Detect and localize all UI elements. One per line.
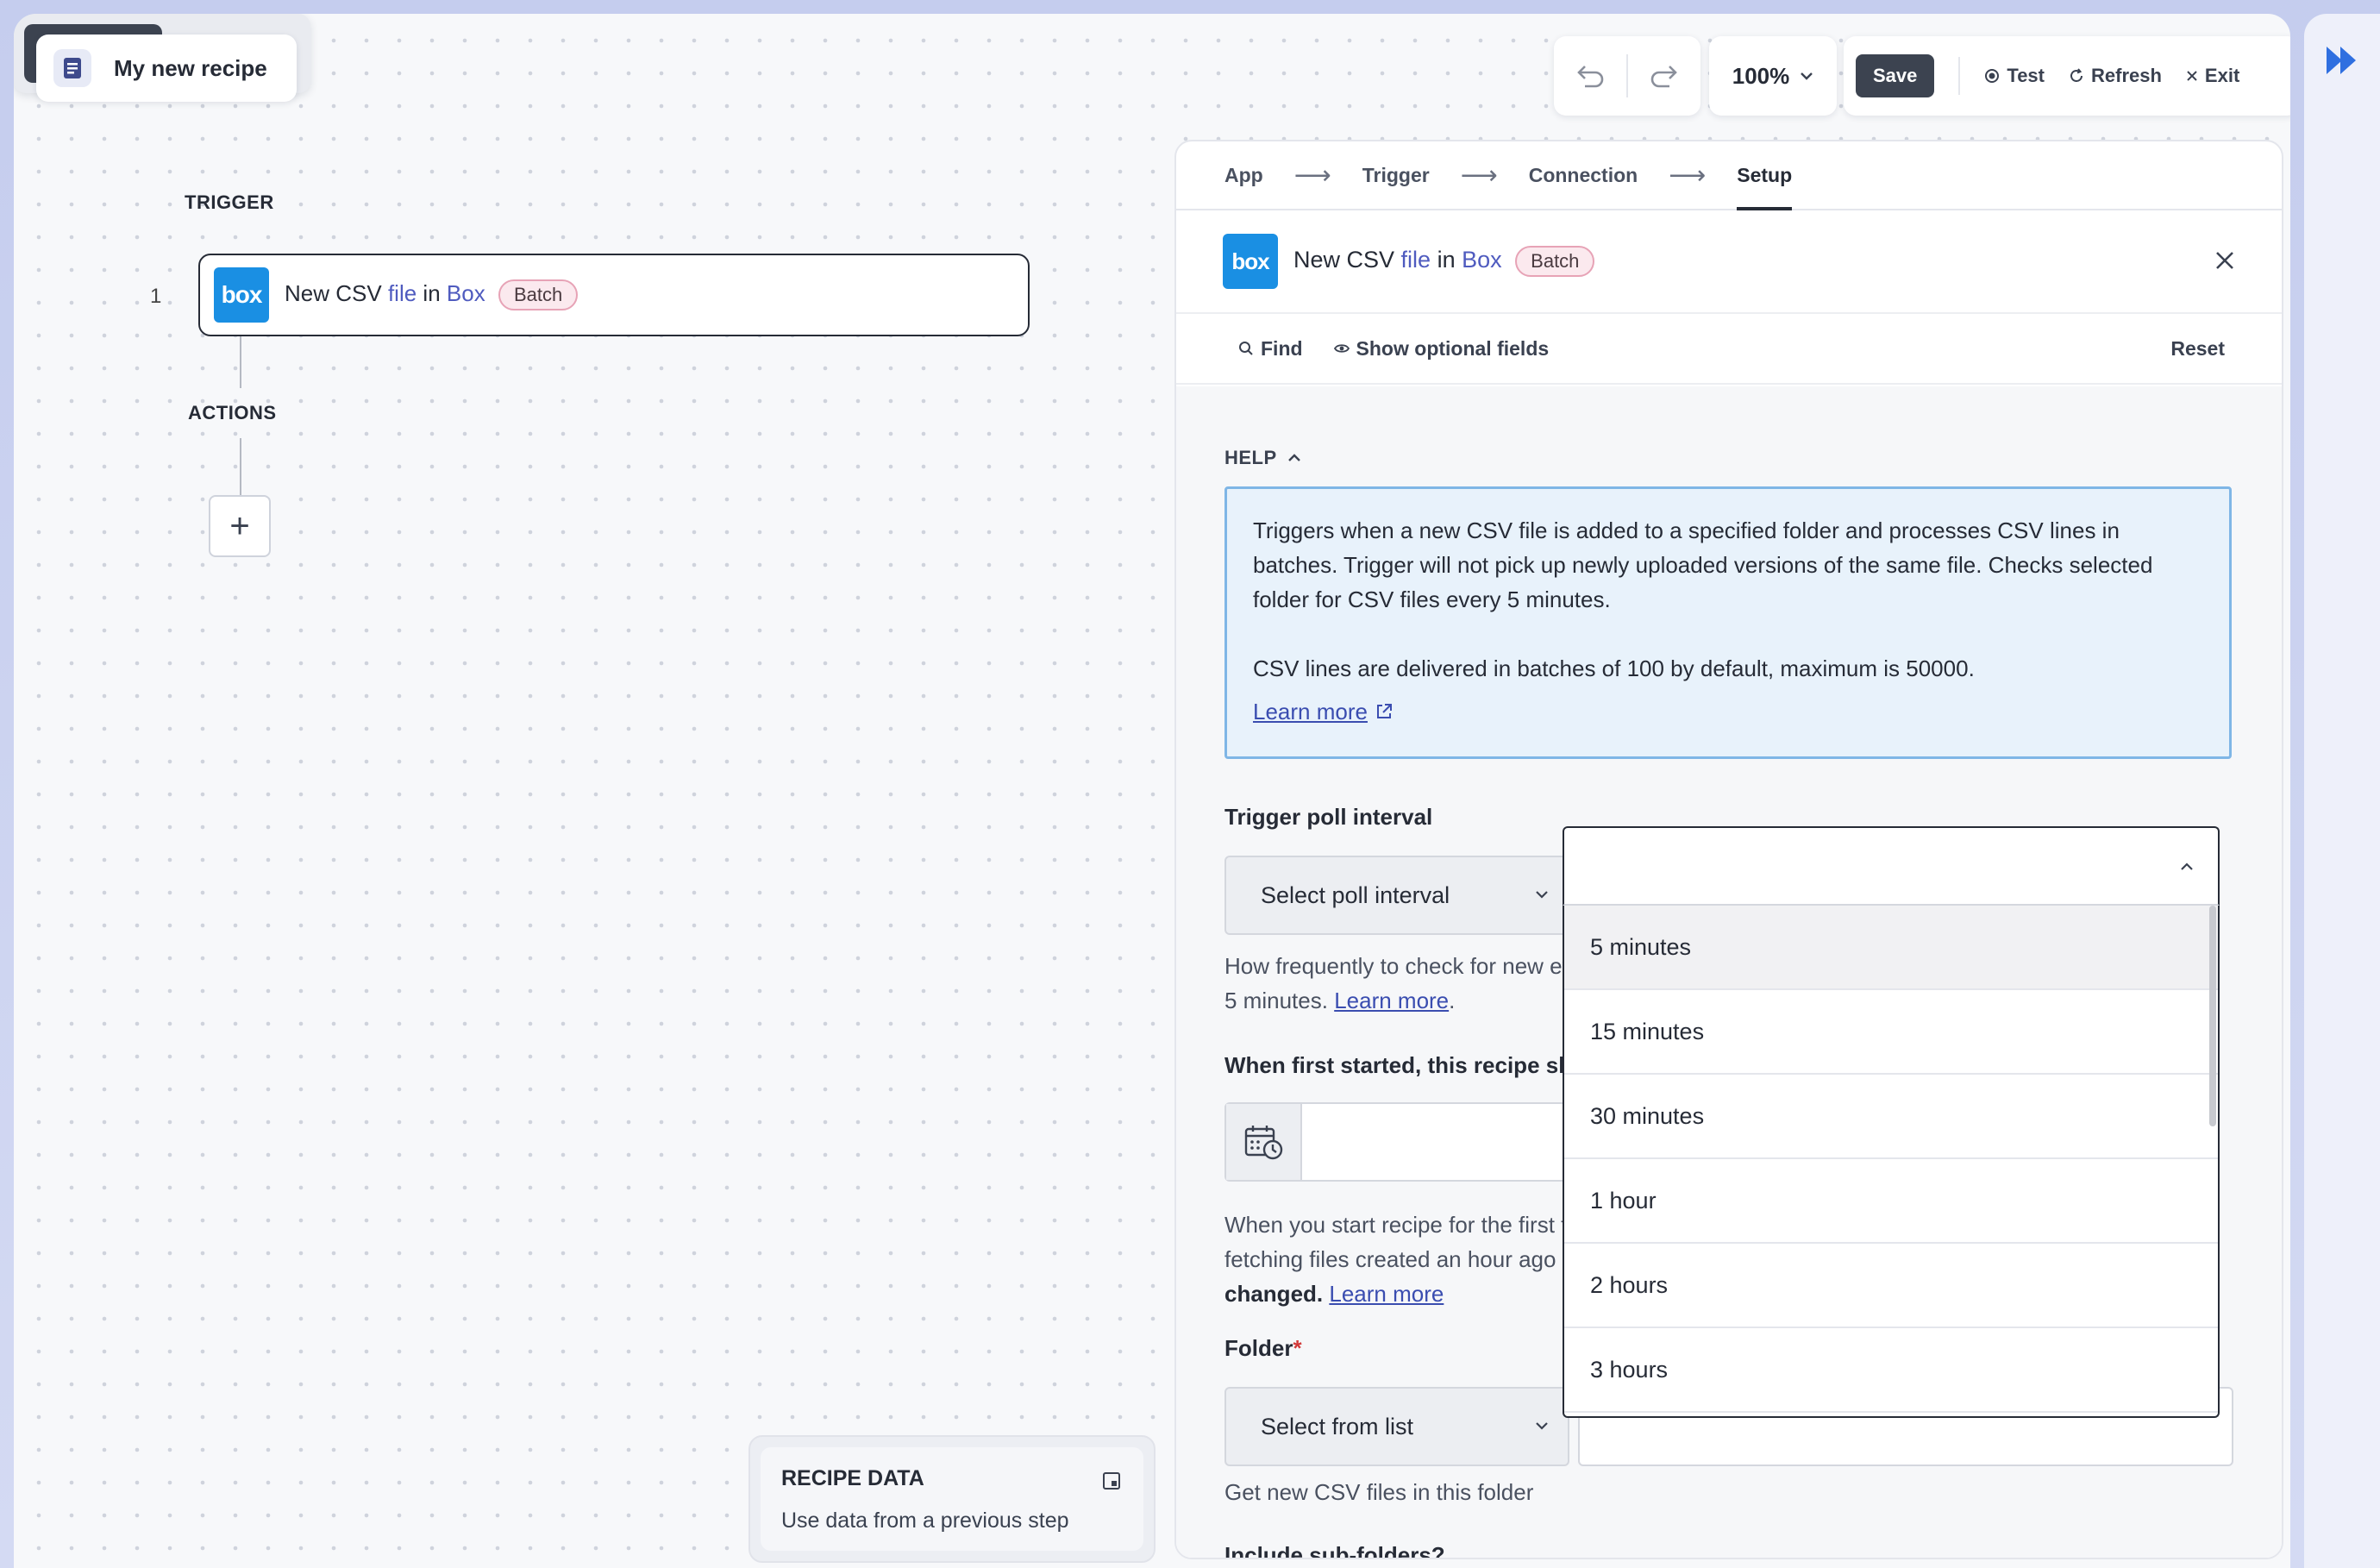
batch-badge: Batch [1515,246,1595,277]
show-optional-fields-button[interactable]: Show optional fields [1333,337,1549,361]
refresh-button[interactable]: Refresh [2069,65,2162,87]
close-panel-icon[interactable] [2214,250,2235,271]
since-label: When first started, this recipe shou [1224,1052,1600,1078]
subfolders-label: Include sub-folders? [1224,1542,1445,1559]
divider [1958,57,1961,95]
help-learn-more-link[interactable]: Learn more [1253,694,1394,729]
since-learn-more-link[interactable]: Learn more [1329,1281,1444,1307]
dropdown-option[interactable]: 2 hours [1564,1244,2218,1328]
poll-learn-more-link[interactable]: Learn more [1334,988,1449,1013]
help-text: CSV lines are delivered in batches of 10… [1253,655,1975,681]
recipe-data-subtitle: Use data from a previous step [781,1508,1069,1533]
close-icon [2187,71,2197,81]
zoom-select[interactable]: 100% [1709,36,1837,116]
trigger-step-card[interactable]: box New CSV file in Box Batch [198,254,1030,336]
recipe-data-title: RECIPE DATA [781,1466,924,1490]
redo-icon [1650,66,1677,88]
canvas: My new recipe BUILD TEST 100% Save Test … [14,14,2290,1568]
dropdown-option[interactable]: 1 hour [1564,1159,2218,1244]
arrow-right-icon: ⟶ [1460,160,1498,190]
zoom-value: 100% [1732,62,1790,89]
connector-line [240,336,241,388]
add-step-button[interactable]: + [209,495,271,557]
expand-panel-icon[interactable] [1102,1471,1121,1490]
test-button[interactable]: Test [1984,65,2045,87]
wizard-step-connection[interactable]: Connection [1529,164,1638,187]
since-date-field[interactable] [1224,1102,1587,1182]
poll-interval-hint: How frequently to check for new ev 5 min… [1224,953,1574,1013]
dropdown-scrollbar[interactable] [2209,906,2216,1126]
header-actions: Save Test Refresh Exit [1844,36,2290,116]
app-logo-icon[interactable] [2320,38,2364,83]
connector-line [240,438,241,495]
box-logo-icon: box [1223,234,1278,289]
actions-section-label: ACTIONS [188,402,277,423]
wizard-step-app[interactable]: App [1224,164,1263,187]
wizard-step-trigger[interactable]: Trigger [1362,164,1430,187]
dropdown-option[interactable]: 3 hours [1564,1328,2218,1413]
chevron-down-icon [1801,72,1813,80]
panel-toolbar: Find Show optional fields Reset [1176,314,2282,385]
record-icon [1985,69,2000,83]
refresh-icon [2070,68,2082,82]
eye-icon [1333,344,1350,353]
recipe-title-card[interactable]: My new recipe [36,34,297,102]
panel-header: box New CSV file in Box Batch [1176,210,2282,314]
wizard-breadcrumb: App ⟶ Trigger ⟶ Connection ⟶ Setup [1176,141,2282,210]
save-button[interactable]: Save [1856,54,1935,97]
external-link-icon [1376,704,1392,718]
step-number: 1 [150,285,162,308]
chevron-down-icon [1536,1422,1548,1430]
help-toggle[interactable]: HELP [1224,447,1301,469]
chevron-up-icon [1287,454,1300,461]
folder-label: Folder* [1224,1335,1302,1361]
search-icon [1239,342,1253,355]
batch-badge: Batch [498,279,579,310]
undo-icon [1577,66,1604,88]
right-sidebar [2304,14,2380,1568]
dropdown-option[interactable]: 30 minutes [1564,1075,2218,1159]
trigger-step-title: New CSV file in Box Batch [285,279,579,310]
arrow-right-icon: ⟶ [1293,160,1331,190]
arrow-right-icon: ⟶ [1669,160,1707,190]
wizard-step-setup[interactable]: Setup [1737,164,1792,210]
panel-title: New CSV file in Box Batch [1293,246,1595,277]
recipe-doc-icon [53,49,91,87]
box-logo-icon: box [214,267,269,323]
find-button[interactable]: Find [1238,337,1303,361]
exit-button[interactable]: Exit [2186,65,2239,87]
poll-interval-dropdown: 5 minutes 15 minutes 30 minutes 1 hour 2… [1563,906,2220,1418]
help-text: Triggers when a new CSV file is added to… [1253,517,2153,612]
poll-interval-label: Trigger poll interval [1224,804,1433,830]
folder-hint: Get new CSV files in this folder [1224,1479,1534,1505]
dropdown-option[interactable]: 5 minutes [1564,906,2218,990]
since-hint: When you start recipe for the first ti f… [1224,1212,1574,1307]
help-box: Triggers when a new CSV file is added to… [1224,486,2232,759]
chevron-down-icon [1536,891,1548,899]
required-marker: * [1293,1335,1302,1361]
recipe-title: My new recipe [114,54,267,81]
trigger-section-label: TRIGGER [185,191,274,213]
poll-interval-mode-select[interactable]: Select poll interval [1224,856,1569,935]
chevron-up-icon [2181,862,2193,870]
redo-button[interactable] [1626,54,1700,97]
dropdown-option[interactable]: 15 minutes [1564,990,2218,1075]
recipe-data-panel[interactable]: RECIPE DATA Use data from a previous ste… [748,1435,1156,1563]
calendar-clock-icon [1226,1104,1302,1180]
reset-button[interactable]: Reset [2170,337,2225,361]
folder-mode-select[interactable]: Select from list [1224,1387,1569,1466]
undo-button[interactable] [1554,36,1626,116]
poll-interval-select[interactable] [1563,826,2220,906]
undo-redo-group [1554,36,1700,116]
